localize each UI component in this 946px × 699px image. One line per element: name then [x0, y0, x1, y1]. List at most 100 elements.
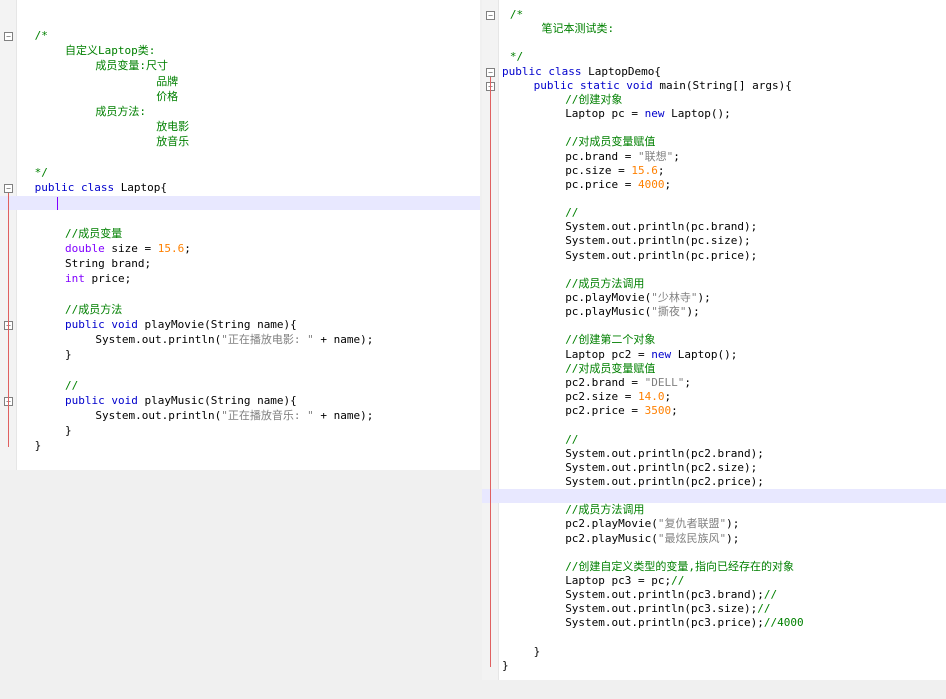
code-token: pc2.price = [565, 404, 645, 418]
code-line[interactable] [482, 121, 946, 135]
code-line[interactable]: */ [0, 166, 480, 180]
fold-toggle-icon[interactable]: − [486, 11, 495, 20]
code-line[interactable]: //创建对象 [482, 93, 946, 107]
string-token: "少林寺" [651, 291, 698, 304]
code-line[interactable]: System.out.println(pc.brand); [482, 220, 946, 234]
code-line[interactable]: Laptop pc2 = new Laptop(); [482, 348, 946, 362]
code-line[interactable]: String brand; [0, 257, 480, 271]
code-line[interactable]: //成员方法调用 [482, 277, 946, 291]
code-line[interactable] [0, 211, 480, 225]
code-token: ; [657, 163, 665, 177]
code-line[interactable]: Laptop pc3 = pc;// [482, 574, 946, 588]
code-line[interactable] [0, 151, 480, 165]
code-line[interactable]: pc.playMusic("撕夜"); [482, 305, 946, 319]
code-line[interactable] [0, 287, 480, 301]
comment-token: 放电影 [156, 120, 190, 134]
code-text: 成员方法: [95, 105, 146, 119]
code-line[interactable]: } [0, 348, 480, 362]
code-line[interactable]: 放音乐 [0, 135, 480, 149]
code-line[interactable]: /* [0, 29, 480, 43]
code-line[interactable]: System.out.println(pc3.size);// [482, 602, 946, 616]
code-line[interactable]: public void playMusic(String name){ [0, 394, 480, 408]
editor-pane-laptop[interactable]: /* 自定义Laptop类: 成员变量:尺寸 品牌 价格 成员方法: 放电影 放音乐 */pub… [0, 0, 480, 470]
code-token: System.out.println( [95, 409, 222, 422]
code-line[interactable] [482, 546, 946, 560]
code-line[interactable]: 品牌 [0, 75, 480, 89]
code-line[interactable]: // [482, 433, 946, 447]
code-line[interactable]: int price; [0, 272, 480, 286]
number-token: 3500 [644, 404, 672, 418]
code-line[interactable]: } [0, 424, 480, 438]
code-line[interactable]: pc2.size = 14.0; [482, 390, 946, 404]
code-line[interactable] [0, 196, 480, 211]
code-text: } [65, 424, 72, 438]
code-text: //成员方法调用 [565, 503, 644, 517]
code-line[interactable] [482, 631, 946, 645]
code-line[interactable]: System.out.println("正在播放电影: " + name); [0, 333, 480, 347]
code-line[interactable]: public class LaptopDemo{ [482, 65, 946, 79]
editor-pane-laptop-demo[interactable]: /* 笔记本测试类: */public class LaptopDemo{publi… [482, 0, 946, 680]
code-line[interactable]: System.out.println(pc.size); [482, 234, 946, 248]
code-line[interactable] [482, 36, 946, 50]
code-line[interactable]: //对成员变量赋值 [482, 362, 946, 376]
code-token: System.out.println(pc2.size); [565, 460, 758, 474]
fold-toggle-icon[interactable]: − [4, 184, 13, 193]
fold-toggle-icon[interactable]: − [4, 32, 13, 41]
code-line[interactable]: pc2.playMusic("最炫民族风"); [482, 532, 946, 546]
code-line[interactable]: pc.price = 4000; [482, 178, 946, 192]
code-line[interactable]: //成员方法 [0, 303, 480, 317]
code-line[interactable]: 价格 [0, 90, 480, 104]
code-line[interactable]: pc2.playMovie("复仇者联盟"); [482, 517, 946, 531]
code-line[interactable] [482, 192, 946, 206]
fold-range-marker [8, 193, 9, 448]
code-line[interactable]: public void playMovie(String name){ [0, 318, 480, 332]
code-line[interactable]: 放电影 [0, 120, 480, 134]
code-line[interactable]: */ [482, 50, 946, 64]
code-line[interactable]: //成员变量 [0, 227, 480, 241]
code-line[interactable]: //对成员变量赋值 [482, 135, 946, 149]
code-line[interactable]: } [482, 645, 946, 659]
code-line[interactable]: pc.brand = "联想"; [482, 150, 946, 164]
code-line[interactable]: System.out.println(pc3.price);//4000 [482, 616, 946, 630]
code-text: // [65, 379, 78, 393]
code-line[interactable]: System.out.println("正在播放音乐: " + name); [0, 409, 480, 423]
code-line[interactable]: //创建第二个对象 [482, 333, 946, 347]
code-line[interactable]: } [0, 439, 480, 453]
code-line[interactable]: System.out.println(pc2.price); [482, 475, 946, 489]
code-line[interactable] [482, 263, 946, 277]
string-token: "DELL" [644, 375, 685, 389]
code-line[interactable]: pc2.price = 3500; [482, 404, 946, 418]
code-line[interactable]: System.out.println(pc3.brand);// [482, 588, 946, 602]
code-line[interactable]: //创建自定义类型的变量,指向已经存在的对象 [482, 560, 946, 574]
code-line[interactable]: 笔记本测试类: [482, 22, 946, 36]
keyword-token: public void [65, 393, 138, 407]
code-line[interactable]: /* [482, 8, 946, 22]
code-line[interactable]: pc.size = 15.6; [482, 164, 946, 178]
code-line[interactable]: //成员方法调用 [482, 503, 946, 517]
code-line[interactable]: // [482, 206, 946, 220]
code-line[interactable]: // [0, 379, 480, 393]
code-line[interactable]: public class Laptop{ [0, 181, 480, 195]
code-text: /* [35, 29, 48, 43]
code-line[interactable]: System.out.println(pc2.brand); [482, 447, 946, 461]
code-line[interactable]: } [482, 659, 946, 673]
code-text: Laptop pc3 = pc;// [565, 574, 684, 588]
code-line[interactable]: 成员方法: [0, 105, 480, 119]
code-token: String brand; [65, 257, 152, 270]
code-token: } [65, 424, 72, 438]
code-line[interactable] [482, 489, 946, 504]
code-line[interactable]: Laptop pc = new Laptop(); [482, 107, 946, 121]
code-line[interactable] [482, 418, 946, 432]
code-line[interactable] [482, 319, 946, 333]
code-line[interactable] [0, 363, 480, 377]
code-line[interactable]: System.out.println(pc.price); [482, 249, 946, 263]
code-line[interactable]: pc2.brand = "DELL"; [482, 376, 946, 390]
code-line[interactable]: double size = 15.6; [0, 242, 480, 256]
fold-toggle-icon[interactable]: − [486, 67, 495, 77]
code-line[interactable]: pc.playMovie("少林寺"); [482, 291, 946, 305]
code-line[interactable]: System.out.println(pc2.size); [482, 461, 946, 475]
code-line[interactable]: public static void main(String[] args){ [482, 79, 946, 93]
code-line[interactable]: 成员变量:尺寸 [0, 59, 480, 73]
code-line[interactable]: 自定义Laptop类: [0, 44, 480, 58]
comment-token: /* [509, 8, 524, 21]
